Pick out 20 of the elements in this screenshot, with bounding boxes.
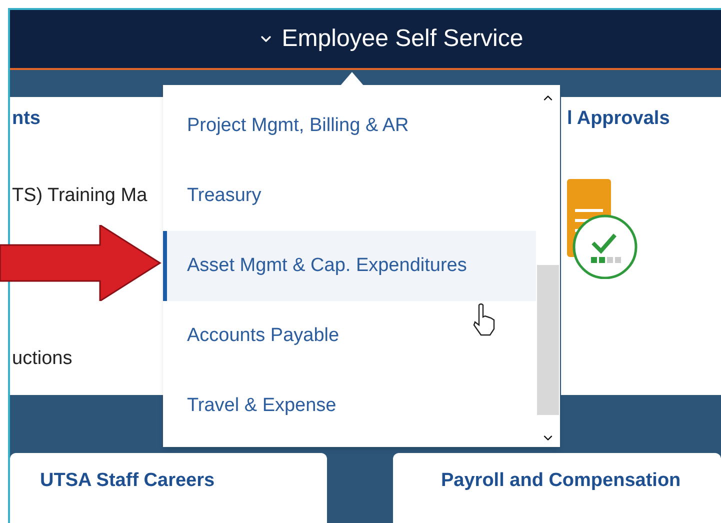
tile-title: l Approvals xyxy=(567,107,670,132)
menu-item[interactable]: Treasury xyxy=(163,161,536,231)
menu-item[interactable]: Project Mgmt, Billing & AR xyxy=(163,91,536,161)
hand-cursor-icon xyxy=(471,303,497,337)
menu-item[interactable]: Accounts Payable xyxy=(163,301,536,371)
tile-text: uctions xyxy=(12,347,72,372)
scrollbar[interactable] xyxy=(536,85,560,447)
tile-text: TS) Training Ma xyxy=(12,184,148,208)
scrollbar-thumb[interactable] xyxy=(537,265,559,415)
tile-title: UTSA Staff Careers xyxy=(40,470,215,491)
menu-item[interactable]: Asset Mgmt & Cap. Expenditures xyxy=(163,231,536,301)
header-title-button[interactable]: Employee Self Service xyxy=(258,20,524,57)
tile-title: Payroll and Compensation xyxy=(441,470,681,491)
tile-card[interactable]: l Approvals xyxy=(561,97,721,396)
tile-card[interactable]: UTSA Staff Careers xyxy=(10,453,327,523)
approval-document-icon xyxy=(567,178,639,279)
tile-card[interactable]: Payroll and Compensation xyxy=(393,453,721,523)
menu-item[interactable]: Travel & Expense xyxy=(163,371,536,441)
tile-title: nts xyxy=(12,107,40,132)
arrow-icon xyxy=(0,225,162,301)
